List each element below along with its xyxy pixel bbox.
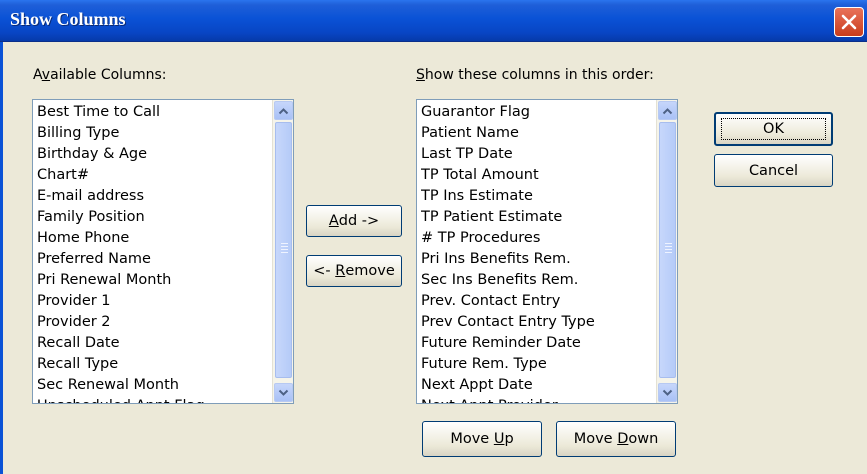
list-item[interactable]: Provider 1 <box>37 291 271 312</box>
scroll-thumb[interactable] <box>275 122 292 378</box>
title-bar[interactable]: Show Columns <box>0 0 867 42</box>
list-item[interactable]: TP Ins Estimate <box>421 186 655 207</box>
chevron-down-icon <box>278 389 289 396</box>
shown-scrollbar[interactable] <box>656 100 677 403</box>
shown-columns-list[interactable]: Guarantor Flag Patient Name Last TP Date TP… <box>416 99 678 404</box>
list-item[interactable]: Guarantor Flag <box>421 102 655 123</box>
ok-button[interactable]: OK <box>714 112 833 146</box>
list-item[interactable]: Birthday & Age <box>37 144 271 165</box>
shown-items: Guarantor Flag Patient Name Last TP Date TP… <box>421 102 655 403</box>
show-columns-dialog: Show Columns Available Columns: Best Tim… <box>0 0 867 474</box>
move-down-button[interactable]: Move Down <box>556 421 676 457</box>
list-item[interactable]: Future Reminder Date <box>421 333 655 354</box>
list-item[interactable]: E-mail address <box>37 186 271 207</box>
list-item[interactable]: Prev Contact Entry Type <box>421 312 655 333</box>
scroll-down-button[interactable] <box>658 383 677 402</box>
available-columns-list[interactable]: Best Time to Call Billing Type Birthday & … <box>32 99 294 404</box>
list-item[interactable]: TP Patient Estimate <box>421 207 655 228</box>
remove-button[interactable]: <- Remove <box>306 255 402 287</box>
list-item[interactable]: Prev. Contact Entry <box>421 291 655 312</box>
scroll-up-button[interactable] <box>274 101 293 120</box>
list-item[interactable]: Unscheduled Appt Flag <box>37 396 271 403</box>
list-item[interactable]: Chart# <box>37 165 271 186</box>
cancel-button[interactable]: Cancel <box>714 154 833 187</box>
available-scrollbar[interactable] <box>272 100 293 403</box>
list-item[interactable]: TP Total Amount <box>421 165 655 186</box>
chevron-down-icon <box>662 389 673 396</box>
list-item[interactable]: Provider 2 <box>37 312 271 333</box>
list-item[interactable]: Sec Renewal Month <box>37 375 271 396</box>
list-item[interactable]: Patient Name <box>421 123 655 144</box>
shown-columns-label: Show these columns in this order: <box>416 67 654 83</box>
window-title: Show Columns <box>10 9 126 29</box>
available-items: Best Time to Call Billing Type Birthday & … <box>37 102 271 403</box>
list-item[interactable]: Best Time to Call <box>37 102 271 123</box>
list-item[interactable]: Recall Type <box>37 354 271 375</box>
move-up-button[interactable]: Move Up <box>422 421 542 457</box>
list-item[interactable]: Sec Ins Benefits Rem. <box>421 270 655 291</box>
available-columns-label: Available Columns: <box>33 67 167 83</box>
list-item[interactable]: Pri Ins Benefits Rem. <box>421 249 655 270</box>
list-item[interactable]: Home Phone <box>37 228 271 249</box>
list-item[interactable]: Pri Renewal Month <box>37 270 271 291</box>
chevron-up-icon <box>662 107 673 114</box>
list-item[interactable]: Next Appt Provider <box>421 396 655 403</box>
scroll-up-button[interactable] <box>658 101 677 120</box>
add-button[interactable]: Add -> <box>306 205 402 237</box>
scroll-down-button[interactable] <box>274 383 293 402</box>
close-icon <box>841 14 857 30</box>
close-button[interactable] <box>834 7 864 37</box>
dialog-body: Available Columns: Best Time to Call Bill… <box>0 42 867 474</box>
list-item[interactable]: Recall Date <box>37 333 271 354</box>
list-item[interactable]: Preferred Name <box>37 249 271 270</box>
scroll-thumb[interactable] <box>659 122 676 378</box>
list-item[interactable]: Family Position <box>37 207 271 228</box>
list-item[interactable]: Next Appt Date <box>421 375 655 396</box>
list-item[interactable]: # TP Procedures <box>421 228 655 249</box>
list-item[interactable]: Last TP Date <box>421 144 655 165</box>
chevron-up-icon <box>278 107 289 114</box>
list-item[interactable]: Billing Type <box>37 123 271 144</box>
list-item[interactable]: Future Rem. Type <box>421 354 655 375</box>
